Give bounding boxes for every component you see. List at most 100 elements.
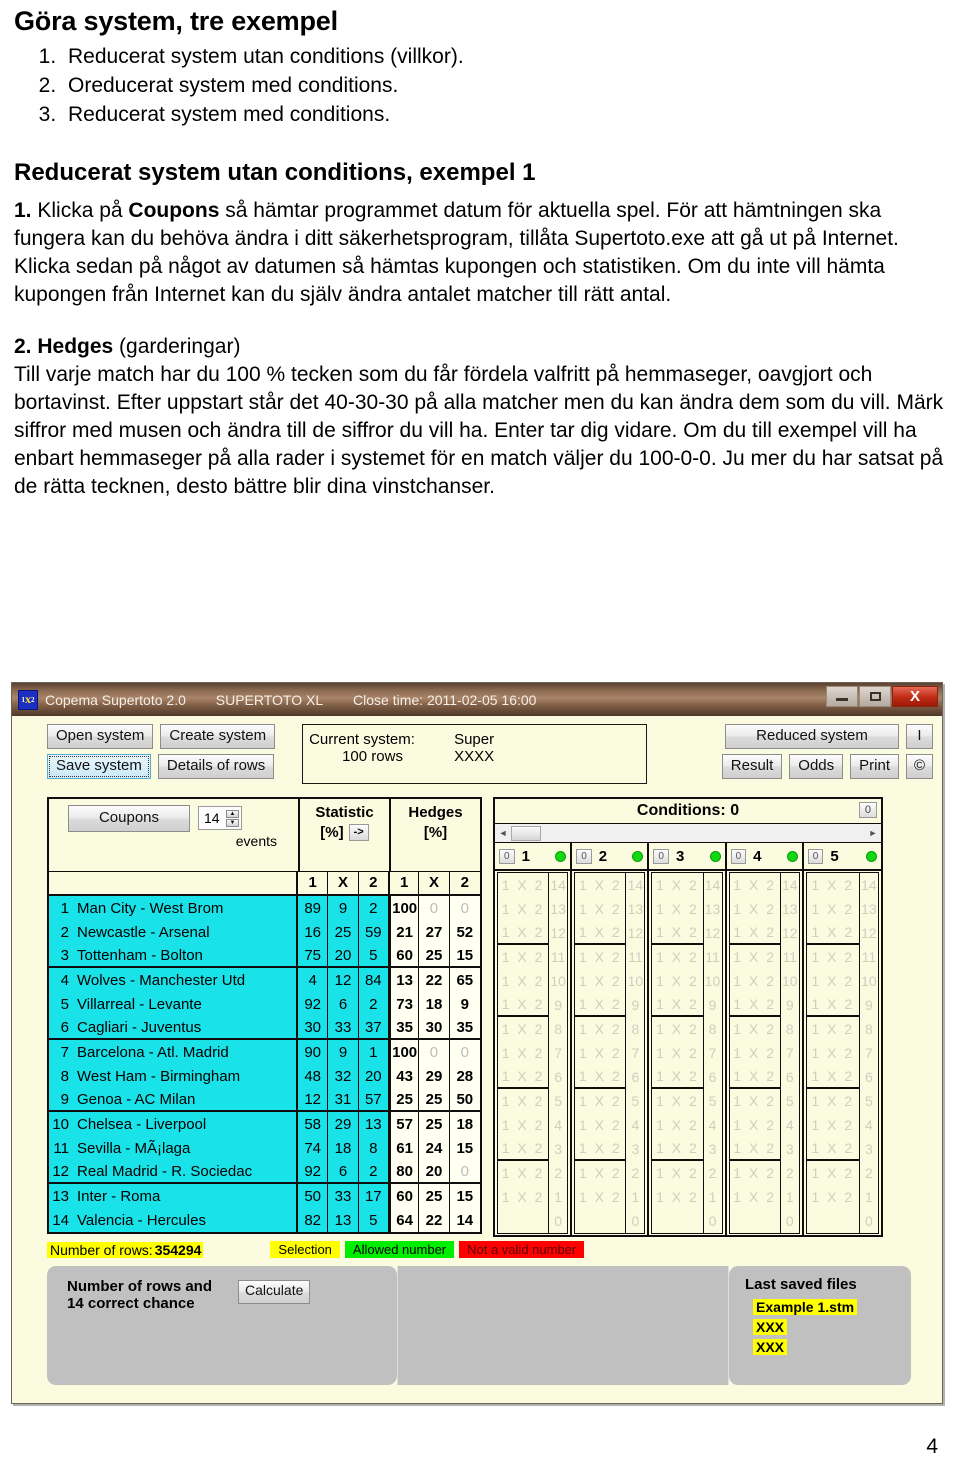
condition-sign-cell[interactable]: 1 X 2 bbox=[498, 1137, 549, 1161]
statistic-cell[interactable]: 59 bbox=[358, 920, 389, 944]
hedge-cell[interactable]: 21 bbox=[388, 920, 420, 944]
condition-sign-cell[interactable]: 1 X 2 bbox=[575, 1089, 625, 1113]
condition-sign-cell[interactable]: 1 X 2 bbox=[498, 1065, 549, 1089]
statistic-cell[interactable]: 2 bbox=[358, 992, 389, 1016]
hedge-cell[interactable]: 25 bbox=[419, 1112, 450, 1136]
table-row[interactable]: 4 Wolves - Manchester Utd 4 12 84 13 22 65 bbox=[49, 968, 480, 992]
hedge-cell[interactable]: 14 bbox=[449, 1208, 480, 1232]
hedge-cell[interactable]: 18 bbox=[419, 992, 450, 1016]
hedge-cell[interactable]: 35 bbox=[449, 1016, 480, 1038]
hedge-cell[interactable]: 25 bbox=[388, 1088, 420, 1110]
condition-signs[interactable]: 1 X 21 X 21 X 21 X 21 X 21 X 21 X 21 X 2… bbox=[805, 872, 860, 1234]
condition-sign-cell[interactable]: 1 X 2 bbox=[498, 1041, 548, 1065]
hedge-cell[interactable]: 80 bbox=[388, 1160, 420, 1182]
table-row[interactable]: 11 Sevilla - MÃ¡laga 74 18 8 61 24 15 bbox=[49, 1136, 480, 1160]
statistic-cell[interactable]: 5 bbox=[358, 1208, 389, 1232]
hedge-cell[interactable]: 57 bbox=[388, 1112, 420, 1136]
condition-sign-cell[interactable]: 1 X 2 bbox=[575, 1137, 626, 1161]
conditions-scrollbar[interactable]: ◄ ► bbox=[495, 824, 881, 843]
condition-count-box[interactable]: 0 bbox=[807, 848, 824, 864]
condition-count-box[interactable]: 0 bbox=[653, 848, 669, 864]
condition-sign-cell[interactable]: 1 X 2 bbox=[652, 921, 703, 945]
hedge-cell[interactable]: 15 bbox=[449, 1136, 480, 1160]
condition-sign-cell[interactable]: 1 X 2 bbox=[807, 1113, 859, 1137]
condition-sign-cell[interactable]: 1 X 2 bbox=[729, 921, 780, 945]
hedge-cell[interactable]: 25 bbox=[419, 1184, 450, 1208]
hedge-cell[interactable]: 22 bbox=[419, 1208, 450, 1232]
statistic-cell[interactable]: 4 bbox=[298, 968, 329, 992]
hedge-cell[interactable]: 0 bbox=[449, 1160, 480, 1182]
scroll-right-icon[interactable]: ► bbox=[865, 828, 881, 838]
hedge-cell[interactable]: 25 bbox=[419, 1088, 450, 1110]
condition-sign-cell[interactable]: 1 X 2 bbox=[730, 945, 780, 969]
condition-sign-cell[interactable]: 1 X 2 bbox=[498, 1161, 548, 1185]
hedge-cell[interactable]: 18 bbox=[449, 1112, 480, 1136]
hedge-cell[interactable]: 60 bbox=[388, 944, 420, 966]
statistic-cell[interactable]: 29 bbox=[328, 1112, 359, 1136]
condition-sign-cell[interactable]: 1 X 2 bbox=[575, 969, 625, 993]
condition-sign-cell[interactable]: 1 X 2 bbox=[575, 993, 626, 1017]
statistic-cell[interactable]: 17 bbox=[358, 1184, 389, 1208]
condition-count-box[interactable]: 0 bbox=[730, 848, 747, 864]
statistic-cell[interactable]: 92 bbox=[298, 992, 329, 1016]
match-name-cell[interactable]: 2 Newcastle - Arsenal bbox=[49, 920, 298, 944]
statistic-cell[interactable]: 74 bbox=[298, 1136, 329, 1160]
condition-column[interactable]: 1 X 21 X 21 X 21 X 21 X 21 X 21 X 21 X 2… bbox=[572, 871, 650, 1235]
hedge-cell[interactable]: 30 bbox=[419, 1016, 450, 1038]
hedge-cell[interactable]: 0 bbox=[419, 896, 450, 920]
condition-sign-cell[interactable]: 1 X 2 bbox=[729, 1137, 780, 1161]
hedge-cell[interactable]: 52 bbox=[449, 920, 480, 944]
table-row[interactable]: 7 Barcelona - Atl. Madrid 90 9 1 100 0 0 bbox=[49, 1040, 480, 1064]
save-system-button[interactable]: Save system bbox=[47, 753, 151, 779]
condition-sign-cell[interactable]: 1 X 2 bbox=[575, 945, 625, 969]
match-name-cell[interactable]: 13 Inter - Roma bbox=[49, 1184, 298, 1208]
hedge-cell[interactable]: 13 bbox=[388, 968, 420, 992]
hedge-cell[interactable]: 28 bbox=[449, 1064, 480, 1088]
condition-sign-cell[interactable]: 1 X 2 bbox=[730, 1041, 780, 1065]
statistic-cell[interactable]: 89 bbox=[298, 896, 329, 920]
open-system-button[interactable]: Open system bbox=[47, 724, 154, 749]
hedge-cell[interactable]: 0 bbox=[419, 1040, 450, 1064]
statistic-cell[interactable]: 2 bbox=[358, 896, 389, 920]
statistic-cell[interactable]: 33 bbox=[328, 1184, 359, 1208]
condition-sign-cell[interactable]: 1 X 2 bbox=[652, 1185, 702, 1209]
condition-sign-cell[interactable]: 1 X 2 bbox=[807, 1041, 859, 1065]
table-row[interactable]: 3 Tottenham - Bolton 75 20 5 60 25 15 bbox=[49, 944, 480, 968]
condition-sign-cell[interactable]: 1 X 2 bbox=[498, 969, 548, 993]
statistic-cell[interactable]: 57 bbox=[358, 1088, 389, 1110]
condition-sign-cell[interactable]: 1 X 2 bbox=[807, 1185, 859, 1209]
condition-sign-cell[interactable]: 1 X 2 bbox=[807, 1017, 859, 1041]
match-name-cell[interactable]: 9 Genoa - AC Milan bbox=[49, 1088, 298, 1110]
hedge-cell[interactable]: 29 bbox=[419, 1064, 450, 1088]
condition-sign-cell[interactable]: 1 X 2 bbox=[807, 1161, 859, 1185]
hedge-cell[interactable]: 50 bbox=[449, 1088, 480, 1110]
hedge-cell[interactable]: 61 bbox=[388, 1136, 420, 1160]
match-name-cell[interactable]: 4 Wolves - Manchester Utd bbox=[49, 968, 298, 992]
condition-sign-cell[interactable]: 1 X 2 bbox=[806, 993, 859, 1017]
condition-sign-cell[interactable]: 1 X 2 bbox=[652, 897, 702, 921]
condition-sign-cell[interactable]: 1 X 2 bbox=[730, 969, 780, 993]
hedge-cell[interactable]: 25 bbox=[419, 944, 450, 966]
statistic-cell[interactable]: 12 bbox=[298, 1088, 329, 1110]
condition-sign-cell[interactable]: 1 X 2 bbox=[652, 1089, 702, 1113]
statistic-cell[interactable]: 5 bbox=[358, 944, 389, 966]
statistic-cell[interactable]: 84 bbox=[358, 968, 389, 992]
statistic-cell[interactable]: 25 bbox=[328, 920, 359, 944]
statistic-cell[interactable]: 58 bbox=[298, 1112, 329, 1136]
statistic-cell[interactable]: 20 bbox=[328, 944, 359, 966]
table-row[interactable]: 12 Real Madrid - R. Sociedac 92 6 2 80 20 0 bbox=[49, 1160, 480, 1184]
condition-sign-cell[interactable]: 1 X 2 bbox=[575, 1161, 625, 1185]
condition-sign-cell[interactable]: 1 X 2 bbox=[807, 969, 859, 993]
condition-sign-cell[interactable]: 1 X 2 bbox=[730, 1017, 780, 1041]
table-row[interactable]: 10 Chelsea - Liverpool 58 29 13 57 25 18 bbox=[49, 1112, 480, 1136]
table-row[interactable]: 14 Valencia - Hercules 82 13 5 64 22 14 bbox=[49, 1208, 480, 1232]
condition-sign-cell[interactable]: 1 X 2 bbox=[575, 921, 626, 945]
hedge-cell[interactable]: 15 bbox=[449, 944, 480, 966]
hedge-cell[interactable]: 24 bbox=[419, 1136, 450, 1160]
stepper-arrows[interactable]: ▲ ▼ bbox=[226, 809, 239, 827]
condition-sign-cell[interactable]: 1 X 2 bbox=[652, 1113, 702, 1137]
condition-sign-cell[interactable]: 1 X 2 bbox=[498, 1017, 548, 1041]
statistic-cell[interactable]: 6 bbox=[328, 1160, 359, 1182]
condition-sign-cell[interactable]: 1 X 2 bbox=[730, 1161, 780, 1185]
condition-signs[interactable]: 1 X 21 X 21 X 21 X 21 X 21 X 21 X 21 X 2… bbox=[574, 872, 627, 1234]
